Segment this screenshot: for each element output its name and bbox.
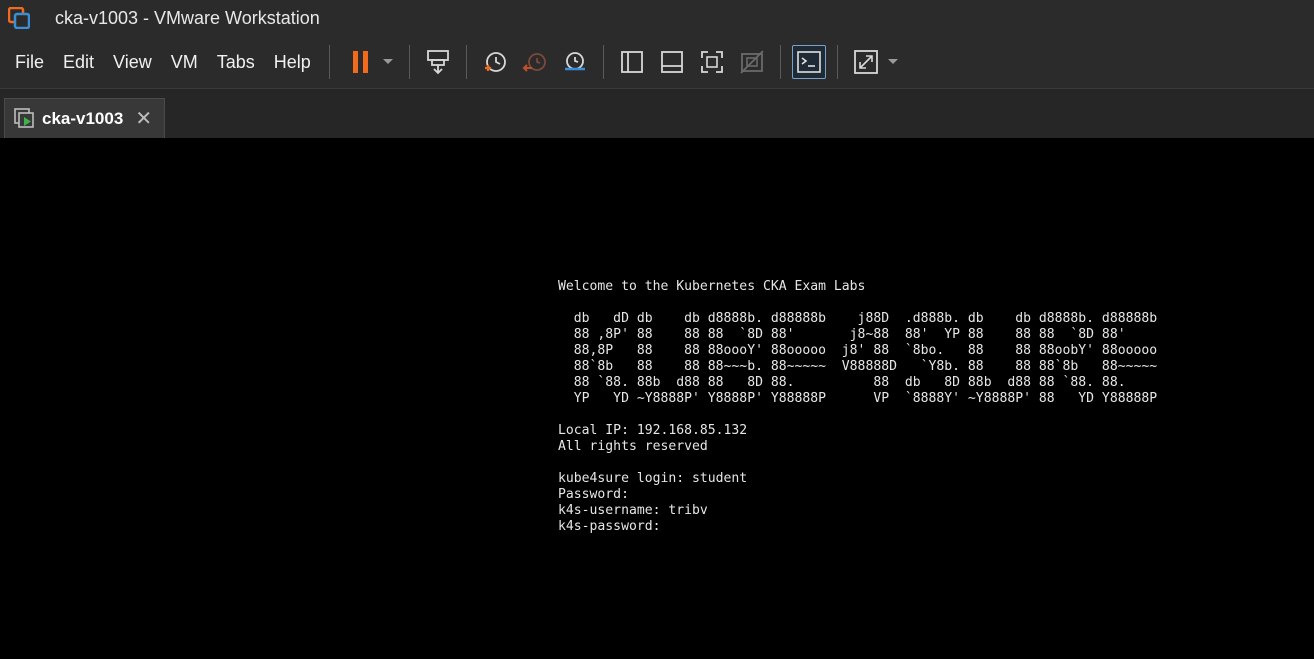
chevron-down-icon xyxy=(887,59,898,64)
show-library-icon xyxy=(620,51,643,73)
pause-button[interactable] xyxy=(344,45,378,79)
stretch-guest-button[interactable] xyxy=(849,45,883,79)
take-snapshot-button[interactable] xyxy=(478,45,512,79)
full-screen-icon xyxy=(700,51,723,73)
toolbar-separator xyxy=(465,45,467,79)
power-dropdown[interactable] xyxy=(381,45,395,79)
vm-console[interactable]: Welcome to the Kubernetes CKA Exam Labs … xyxy=(0,138,1314,659)
console-text: Welcome to the Kubernetes CKA Exam Labs … xyxy=(558,279,1157,535)
console-line: db dD db db d8888b. d88888b j88D .d888b.… xyxy=(558,311,1158,326)
console-line: kube4sure login: student xyxy=(558,471,748,486)
show-library-button[interactable] xyxy=(615,45,649,79)
snapshot-manager-icon xyxy=(564,52,585,71)
menu-help[interactable]: Help xyxy=(274,52,311,73)
thumbnail-bar-button[interactable] xyxy=(655,45,689,79)
console-line: k4s-username: tribv xyxy=(558,503,708,518)
vmware-logo-icon xyxy=(7,6,31,30)
tab-strip: cka-v1003 ✕ xyxy=(0,89,1314,138)
close-icon[interactable]: ✕ xyxy=(135,109,152,129)
console-line: Local IP: 192.168.85.132 xyxy=(558,423,748,438)
full-screen-button[interactable] xyxy=(695,45,729,79)
console-line: 88,8P 88 88 88oooY' 88ooooo j8' 88 `8bo.… xyxy=(558,343,1158,358)
toolbar-separator xyxy=(779,45,781,79)
revert-snapshot-icon xyxy=(522,53,546,72)
menu-tabs[interactable]: Tabs xyxy=(217,52,255,73)
window-title: cka-v1003 - VMware Workstation xyxy=(55,7,320,28)
console-line: 88`8b 88 88 88~~~b. 88~~~~~ V88888D `Y8b… xyxy=(558,359,1158,374)
send-ctrl-alt-del-button[interactable] xyxy=(421,45,455,79)
tab-label: cka-v1003 xyxy=(42,108,124,128)
menu-edit[interactable]: Edit xyxy=(63,52,94,73)
revert-snapshot-button[interactable] xyxy=(518,45,552,79)
menu-vm[interactable]: VM xyxy=(171,52,198,73)
toolbar-separator xyxy=(836,45,838,79)
toolbar-separator xyxy=(408,45,410,79)
thumbnail-bar-icon xyxy=(660,51,683,73)
chevron-down-icon xyxy=(382,59,393,64)
take-snapshot-icon xyxy=(484,52,506,72)
console-view-button[interactable] xyxy=(791,45,826,79)
vm-running-icon xyxy=(13,107,37,131)
title-bar: cka-v1003 - VMware Workstation xyxy=(0,0,1314,36)
menu-file[interactable]: File xyxy=(15,52,44,73)
pause-icon xyxy=(352,51,368,73)
toolbar: File Edit View VM Tabs Help xyxy=(0,36,1314,89)
stretch-guest-icon xyxy=(853,50,878,74)
menu-view[interactable]: View xyxy=(113,52,152,73)
console-view-icon xyxy=(797,51,821,73)
toolbar-separator xyxy=(602,45,604,79)
console-line: All rights reserved xyxy=(558,439,708,454)
stretch-dropdown[interactable] xyxy=(886,45,900,79)
console-line: Welcome to the Kubernetes CKA Exam Labs xyxy=(558,279,866,294)
toolbar-separator xyxy=(328,45,330,79)
snapshot-manager-button[interactable] xyxy=(558,45,592,79)
console-line: Password: xyxy=(558,487,629,502)
console-line: 88 `88. 88b d88 88 8D 88. 88 db 8D 88b d… xyxy=(558,375,1126,390)
console-line: YP YD ~Y8888P' Y8888P' Y88888P VP `8888Y… xyxy=(558,391,1158,406)
send-ctrl-alt-del-icon xyxy=(426,50,449,75)
tab-vm[interactable]: cka-v1003 ✕ xyxy=(4,98,165,138)
console-line: 88 ,8P' 88 88 88 `8D 88' j8~88 88' YP 88… xyxy=(558,327,1126,342)
unity-button[interactable] xyxy=(735,45,769,79)
unity-icon xyxy=(740,50,764,74)
console-line: k4s-password: xyxy=(558,519,661,534)
